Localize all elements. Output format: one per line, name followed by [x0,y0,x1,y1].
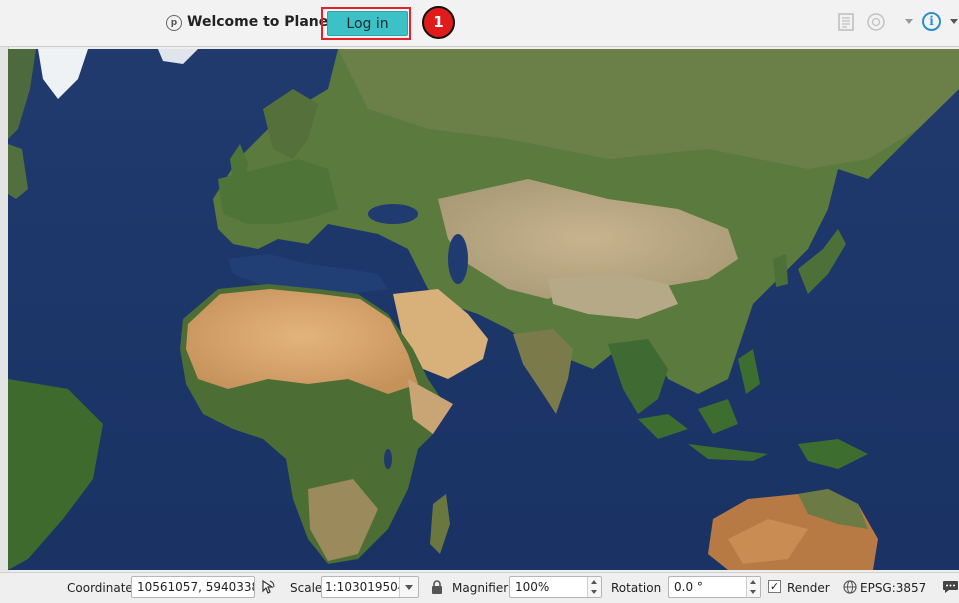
rotation-label: Rotation [611,581,662,595]
satellite-basemap [8,49,959,570]
globe-icon[interactable] [843,580,857,594]
notes-icon[interactable] [836,12,856,32]
lock-icon[interactable] [430,579,444,595]
scale-combobox[interactable]: 1:103019504 [321,576,419,598]
explorer-dropdown-icon[interactable] [905,19,913,24]
welcome-title: Welcome to Planet [187,14,335,30]
info-dropdown-icon[interactable] [950,19,958,24]
scale-value: 1:103019504 [325,580,406,594]
info-icon[interactable]: i [922,12,941,31]
map-canvas[interactable] [8,49,959,570]
render-checkbox[interactable]: ✓ [768,580,781,593]
login-button[interactable]: Log in [327,11,408,36]
coordinate-field[interactable]: 10561057, 5940338 [131,576,255,598]
mouse-coords-toggle-icon[interactable] [259,578,277,596]
rotation-value: 0.0 ° [674,580,703,594]
planet-logo-icon: p [166,15,182,31]
coordinate-label: Coordinate [67,581,133,595]
step-number-badge: 1 [422,6,455,39]
rotation-spin-icon[interactable] [746,577,760,597]
magnifier-value: 100% [515,580,550,594]
messages-icon[interactable] [942,579,959,595]
magnifier-spinbox[interactable]: 100% [509,576,602,598]
magnifier-label: Magnifier [452,581,509,595]
render-label: Render [787,581,830,595]
rotation-spinbox[interactable]: 0.0 ° [668,576,761,598]
scale-label: Scale [290,581,323,595]
crs-label[interactable]: EPSG:3857 [860,581,926,595]
magnifier-spin-icon[interactable] [587,577,601,597]
status-bar: Coordinate 10561057, 5940338 Scale 1:103… [0,572,959,603]
planet-toolbar: p Welcome to Planet Log in 1 i [0,0,959,47]
explorer-icon[interactable] [866,12,886,32]
scale-dropdown-icon[interactable] [399,577,418,597]
